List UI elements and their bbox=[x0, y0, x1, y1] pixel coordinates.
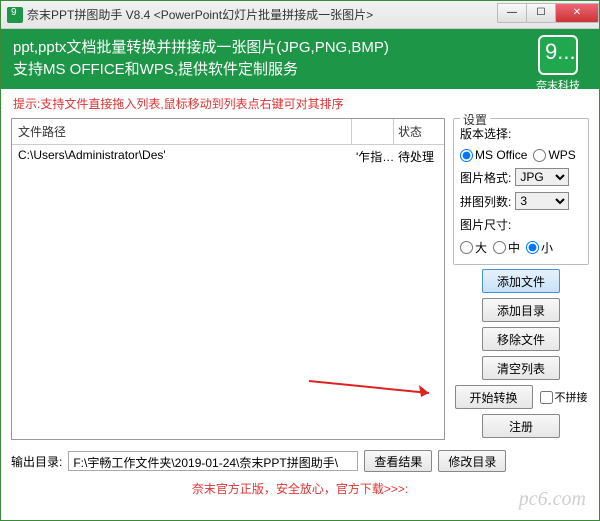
version-options: MS Office WPS bbox=[460, 148, 582, 162]
format-label: 图片格式: bbox=[460, 169, 511, 186]
format-select[interactable]: JPG bbox=[515, 168, 569, 186]
settings-title: 设置 bbox=[460, 111, 490, 128]
hint-text: 提示:支持文件直接拖入列表,鼠标移动到列表点右键可对其排序 bbox=[1, 89, 599, 118]
minimize-button[interactable]: — bbox=[497, 3, 527, 23]
cols-row: 拼图列数: 3 bbox=[460, 192, 582, 210]
banner: ppt,pptx文档批量转换并拼接成一张图片(JPG,PNG,BMP) 支持MS… bbox=[1, 29, 599, 89]
banner-line1: ppt,pptx文档批量转换并拼接成一张图片(JPG,PNG,BMP) bbox=[13, 37, 389, 59]
size-label: 图片尺寸: bbox=[460, 216, 511, 233]
col-path: 文件路径 bbox=[12, 119, 352, 144]
settings-group: 设置 版本选择: MS Office WPS 图片格式: JPG 拼图列数: 3 bbox=[453, 118, 589, 265]
brand-icon bbox=[538, 35, 578, 75]
settings-panel: 设置 版本选择: MS Office WPS 图片格式: JPG 拼图列数: 3 bbox=[453, 118, 589, 440]
convert-row: 开始转换 不拼接 bbox=[455, 385, 588, 409]
radio-mid[interactable]: 中 bbox=[493, 239, 520, 256]
close-button[interactable]: ✕ bbox=[555, 3, 599, 23]
main-area: 文件路径 状态 C:\Users\Administrator\Des' '乍指…… bbox=[1, 118, 599, 446]
output-label: 输出目录: bbox=[11, 453, 62, 470]
add-file-button[interactable]: 添加文件 bbox=[482, 269, 560, 293]
size-options: 大 中 小 bbox=[460, 239, 582, 256]
add-dir-button[interactable]: 添加目录 bbox=[482, 298, 560, 322]
cols-select[interactable]: 3 bbox=[515, 192, 569, 210]
format-row: 图片格式: JPG bbox=[460, 168, 582, 186]
list-header: 文件路径 状态 bbox=[12, 119, 444, 145]
button-column: 添加文件 添加目录 移除文件 清空列表 开始转换 不拼接 注册 bbox=[453, 269, 589, 438]
brand-box: 奈末科技 bbox=[529, 35, 587, 93]
footer-text: 奈末官方正版，安全放心，官方下载>>>: bbox=[192, 482, 408, 496]
radio-msoffice[interactable]: MS Office bbox=[460, 148, 527, 162]
arrow-annotation-icon bbox=[309, 375, 449, 399]
footer: 奈末官方正版，安全放心，官方下载>>>: bbox=[1, 476, 599, 501]
titlebar: 奈末PPT拼图助手 V8.4 <PowerPoint幻灯片批量拼接成一张图片> … bbox=[1, 1, 599, 29]
output-path-field[interactable]: F:\宇畅工作文件夹\2019-01-24\奈末PPT拼图助手\ bbox=[68, 451, 358, 471]
window-controls: — ☐ ✕ bbox=[497, 3, 599, 23]
banner-text: ppt,pptx文档批量转换并拼接成一张图片(JPG,PNG,BMP) 支持MS… bbox=[13, 37, 389, 81]
clear-list-button[interactable]: 清空列表 bbox=[482, 356, 560, 380]
radio-wps[interactable]: WPS bbox=[533, 148, 575, 162]
cell-path: C:\Users\Administrator\Des' bbox=[12, 145, 352, 168]
radio-large[interactable]: 大 bbox=[460, 239, 487, 256]
app-icon bbox=[7, 7, 23, 23]
radio-small[interactable]: 小 bbox=[526, 239, 553, 256]
view-result-button[interactable]: 查看结果 bbox=[364, 450, 432, 472]
brand-label: 奈末科技 bbox=[529, 77, 587, 93]
banner-line2: 支持MS OFFICE和WPS,提供软件定制服务 bbox=[13, 59, 389, 81]
col-author bbox=[352, 119, 394, 144]
maximize-button[interactable]: ☐ bbox=[526, 3, 556, 23]
app-window: 奈末PPT拼图助手 V8.4 <PowerPoint幻灯片批量拼接成一张图片> … bbox=[0, 0, 600, 521]
col-status: 状态 bbox=[394, 119, 444, 144]
window-title: 奈末PPT拼图助手 V8.4 <PowerPoint幻灯片批量拼接成一张图片> bbox=[27, 6, 497, 23]
cell-status: 待处理 bbox=[394, 145, 444, 168]
cell-author: '乍指… bbox=[352, 145, 394, 168]
size-row: 图片尺寸: bbox=[460, 216, 582, 233]
cols-label: 拼图列数: bbox=[460, 193, 511, 210]
start-convert-button[interactable]: 开始转换 bbox=[455, 385, 533, 409]
edit-dir-button[interactable]: 修改目录 bbox=[438, 450, 506, 472]
output-row: 输出目录: F:\宇畅工作文件夹\2019-01-24\奈末PPT拼图助手\ 查… bbox=[1, 446, 599, 476]
no-stitch-checkbox[interactable]: 不拼接 bbox=[536, 389, 588, 405]
register-button[interactable]: 注册 bbox=[482, 414, 560, 438]
table-row[interactable]: C:\Users\Administrator\Des' '乍指… 待处理 bbox=[12, 145, 444, 168]
remove-file-button[interactable]: 移除文件 bbox=[482, 327, 560, 351]
